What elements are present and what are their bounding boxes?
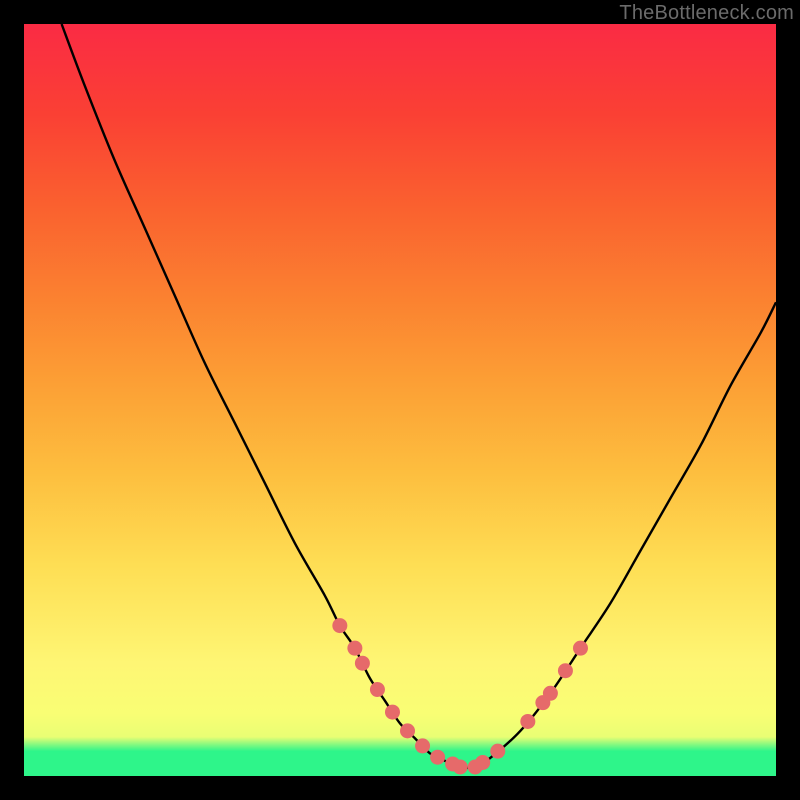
curve-dot [385, 705, 400, 720]
curve-dot [370, 682, 385, 697]
chart-frame [24, 24, 776, 776]
watermark-text: TheBottleneck.com [619, 2, 794, 25]
curve-dot [415, 738, 430, 753]
curve-dot [573, 641, 588, 656]
curve-dot [520, 714, 535, 729]
curve-dots [332, 618, 588, 774]
curve-dot [558, 663, 573, 678]
chart-svg [24, 24, 776, 776]
curve-dot [543, 686, 558, 701]
curve-dot [347, 641, 362, 656]
curve-dot [355, 656, 370, 671]
curve-dot [332, 618, 347, 633]
curve-dot [490, 744, 505, 759]
curve-dot [475, 755, 490, 770]
bottleneck-curve [62, 24, 776, 768]
curve-dot [400, 723, 415, 738]
curve-dot [430, 750, 445, 765]
curve-dot [453, 759, 468, 774]
